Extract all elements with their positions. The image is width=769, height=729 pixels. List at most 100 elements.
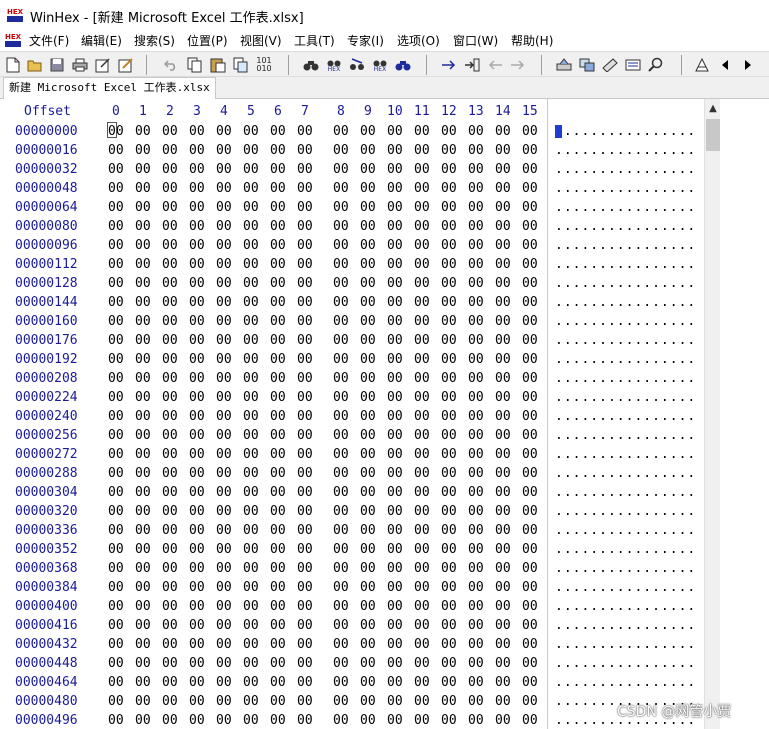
ascii-row[interactable]: ................ (555, 675, 696, 690)
hex-byte[interactable]: 00 (468, 333, 484, 348)
hex-byte[interactable]: 00 (162, 124, 178, 139)
hex-byte[interactable]: 00 (297, 124, 313, 139)
hex-byte[interactable]: 00 (468, 428, 484, 443)
hex-byte[interactable]: 00 (387, 694, 403, 709)
hex-byte[interactable]: 00 (135, 333, 151, 348)
hex-byte[interactable]: 00 (135, 542, 151, 557)
hex-byte[interactable]: 00 (135, 276, 151, 291)
hex-byte[interactable]: 00 (189, 580, 205, 595)
hex-byte[interactable]: 00 (333, 238, 349, 253)
hex-byte[interactable]: 00 (216, 561, 232, 576)
hex-byte[interactable]: 00 (297, 200, 313, 215)
hex-byte[interactable]: 00 (270, 580, 286, 595)
hex-byte[interactable]: 00 (387, 637, 403, 652)
hex-byte[interactable]: 00 (297, 371, 313, 386)
hex-byte[interactable]: 00 (522, 618, 538, 633)
hex-byte[interactable]: 00 (108, 542, 124, 557)
hex-byte[interactable]: 00 (495, 181, 511, 196)
hex-byte[interactable]: 00 (135, 295, 151, 310)
hex-byte[interactable]: 00 (108, 390, 124, 405)
hex-byte[interactable]: 00 (216, 618, 232, 633)
hex-byte[interactable]: 00 (108, 675, 124, 690)
hex-byte[interactable]: 00 (414, 466, 430, 481)
hex-byte[interactable]: 00 (162, 580, 178, 595)
hex-byte[interactable]: 00 (387, 390, 403, 405)
hex-byte[interactable]: 00 (333, 276, 349, 291)
hex-byte[interactable]: 00 (216, 637, 232, 652)
hex-byte[interactable]: 00 (522, 694, 538, 709)
hex-byte[interactable]: 00 (414, 276, 430, 291)
hex-data-area[interactable]: 00 00 00 00 00 00 00 00 00 00 00 00 00 00 00 00 00 00 00 00… (0, 121, 547, 729)
hex-byte[interactable]: 00 (360, 143, 376, 158)
hex-byte[interactable]: 00 (360, 466, 376, 481)
hex-byte[interactable]: 00 (108, 143, 124, 158)
ascii-row[interactable]: ................ (555, 124, 696, 139)
hex-byte[interactable]: 00 (414, 523, 430, 538)
hex-byte[interactable]: 00 (495, 143, 511, 158)
hex-byte[interactable]: 00 (414, 656, 430, 671)
hex-byte[interactable]: 00 (414, 447, 430, 462)
hex-byte[interactable]: 00 (297, 542, 313, 557)
hex-byte[interactable]: 00 (297, 333, 313, 348)
hex-byte[interactable]: 00 (108, 637, 124, 652)
hex-byte[interactable]: 00 (495, 580, 511, 595)
hex-byte[interactable]: 00 (135, 428, 151, 443)
goto-icon[interactable] (463, 56, 481, 74)
hex-byte[interactable]: 00 (270, 485, 286, 500)
hex-byte[interactable]: 00 (297, 504, 313, 519)
hex-byte[interactable]: 00 (360, 390, 376, 405)
hex-byte[interactable]: 00 (270, 428, 286, 443)
ascii-data-area[interactable]: ........................................… (553, 121, 703, 729)
hex-byte[interactable]: 00 (414, 162, 430, 177)
menu-view[interactable]: 视图(V) (240, 32, 282, 49)
hex-byte[interactable]: 00 (468, 580, 484, 595)
hex-byte[interactable]: 00 (216, 485, 232, 500)
hex-byte[interactable]: 00 (522, 314, 538, 329)
hex-byte[interactable]: 00 (135, 504, 151, 519)
hex-byte[interactable]: 00 (414, 485, 430, 500)
hex-byte[interactable]: 00 (468, 257, 484, 272)
hex-byte[interactable]: 00 (333, 713, 349, 728)
hex-byte[interactable]: 00 (522, 466, 538, 481)
hex-byte[interactable]: 00 (216, 181, 232, 196)
hex-byte[interactable]: 00 (414, 694, 430, 709)
hex-byte[interactable]: 00 (243, 257, 259, 272)
hex-byte[interactable]: 00 (387, 618, 403, 633)
hex-byte[interactable]: 00 (522, 295, 538, 310)
hex-byte[interactable]: 00 (387, 124, 403, 139)
hex-byte[interactable]: 00 (135, 485, 151, 500)
prev-icon[interactable] (716, 56, 734, 74)
hex-byte[interactable]: 00 (270, 352, 286, 367)
ascii-row[interactable]: ................ (555, 219, 696, 234)
hex-byte[interactable]: 00 (216, 219, 232, 234)
hex-byte[interactable]: 00 (108, 580, 124, 595)
ascii-row[interactable]: ................ (555, 238, 696, 253)
hex-byte[interactable]: 00 (360, 295, 376, 310)
hex-byte[interactable]: 00 (495, 238, 511, 253)
hex-byte[interactable]: 00 (162, 428, 178, 443)
hex-byte[interactable]: 00 (297, 390, 313, 405)
hex-byte[interactable]: 00 (387, 238, 403, 253)
hex-byte[interactable]: 00 (387, 561, 403, 576)
ascii-row[interactable]: ................ (555, 333, 696, 348)
hex-byte[interactable]: 00 (495, 466, 511, 481)
hex-byte[interactable]: 00 (414, 143, 430, 158)
hex-byte[interactable]: 00 (441, 637, 457, 652)
hex-byte[interactable]: 00 (360, 162, 376, 177)
hex-byte[interactable]: 00 (189, 485, 205, 500)
hex-byte[interactable]: 00 (387, 409, 403, 424)
hex-byte[interactable]: 00 (297, 276, 313, 291)
hex-byte[interactable]: 00 (135, 162, 151, 177)
hex-byte[interactable]: 00 (297, 523, 313, 538)
hex-byte[interactable]: 00 (216, 352, 232, 367)
hex-byte[interactable]: 00 (216, 447, 232, 462)
back-icon[interactable] (486, 56, 504, 74)
replace-text-icon[interactable] (348, 56, 366, 74)
hex-byte[interactable]: 00 (333, 618, 349, 633)
hex-byte[interactable]: 00 (270, 713, 286, 728)
hex-byte[interactable]: 00 (189, 238, 205, 253)
hex-byte[interactable]: 00 (189, 314, 205, 329)
hex-byte[interactable]: 00 (243, 447, 259, 462)
ascii-row[interactable]: ................ (555, 637, 696, 652)
hex-byte[interactable]: 00 (297, 352, 313, 367)
